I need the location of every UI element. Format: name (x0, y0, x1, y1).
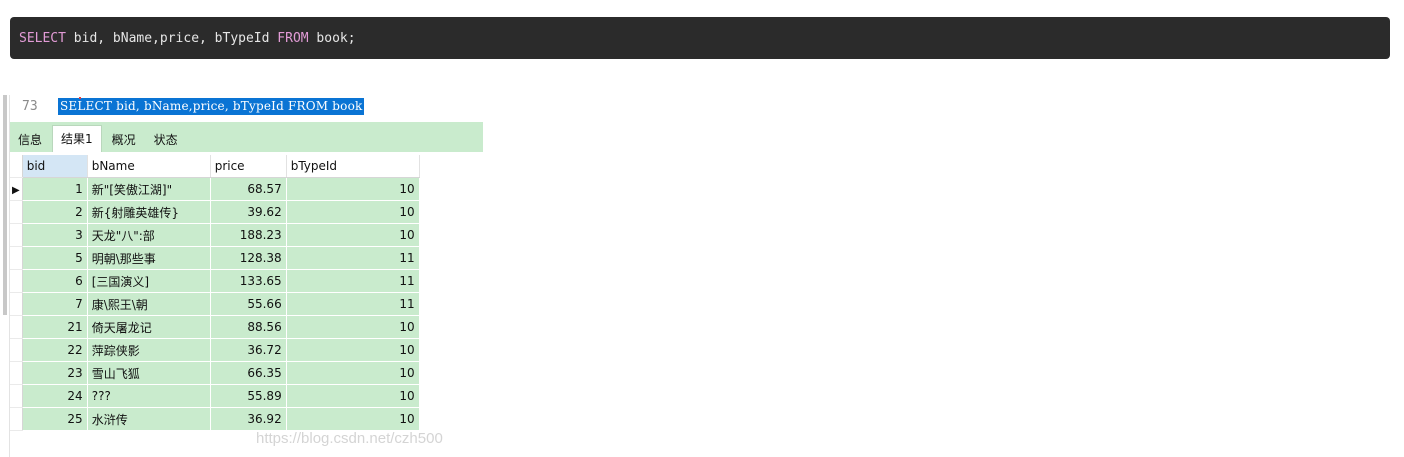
cell-btypeid[interactable]: 10 (286, 361, 420, 385)
table-row[interactable]: 5 明朝\那些事 128.38 11 (10, 246, 420, 270)
cell-bname[interactable]: ??? (87, 384, 211, 408)
selected-sql-text[interactable]: SELECT bid, bName,price, bTypeId FROM bo… (58, 98, 365, 115)
row-indicator[interactable] (10, 338, 23, 362)
result-tab-bar: 信息 结果1 概况 状态 (10, 122, 483, 152)
column-header-bid[interactable]: bid (22, 155, 88, 178)
cell-bname[interactable]: 新"[笑傲江湖]" (87, 177, 211, 201)
cell-bid[interactable]: 21 (22, 315, 88, 339)
column-header-price[interactable]: price (210, 155, 287, 178)
row-indicator[interactable]: ▶ (10, 177, 23, 201)
row-indicator[interactable] (10, 361, 23, 385)
row-indicator[interactable] (10, 315, 23, 339)
table-row[interactable]: ▶ 1 新"[笑傲江湖]" 68.57 10 (10, 177, 420, 201)
column-header-bname[interactable]: bName (87, 155, 211, 178)
tab-info[interactable]: 信息 (10, 128, 50, 152)
cell-price[interactable]: 55.89 (210, 384, 287, 408)
cell-btypeid[interactable]: 10 (286, 384, 420, 408)
cell-price[interactable]: 128.38 (210, 246, 287, 270)
sql-text-table: book; (308, 30, 356, 46)
cell-price[interactable]: 133.65 (210, 269, 287, 293)
grid-body: ▶ 1 新"[笑傲江湖]" 68.57 10 2 新{射雕英雄传} 39.62 10 3 天龙"八"… (10, 177, 420, 431)
cell-bid[interactable]: 25 (22, 407, 88, 431)
cell-btypeid[interactable]: 10 (286, 315, 420, 339)
cell-price[interactable]: 55.66 (210, 292, 287, 316)
cell-btypeid[interactable]: 10 (286, 223, 420, 247)
cell-btypeid[interactable]: 10 (286, 177, 420, 201)
sql-keyword-select: SELECT (19, 30, 66, 46)
cell-bname[interactable]: 天龙"八":部 (87, 223, 211, 247)
cell-bname[interactable]: 萍踪侠影 (87, 338, 211, 362)
table-row[interactable]: 3 天龙"八":部 188.23 10 (10, 223, 420, 247)
sql-keyword-from: FROM (277, 30, 309, 46)
watermark-text: https://blog.csdn.net/czh500 (256, 430, 443, 447)
cell-bid[interactable]: 5 (22, 246, 88, 270)
cell-bname[interactable]: 雪山飞狐 (87, 361, 211, 385)
row-indicator[interactable] (10, 384, 23, 408)
cell-price[interactable]: 66.35 (210, 361, 287, 385)
cell-btypeid[interactable]: 11 (286, 269, 420, 293)
navicat-screenshot: 73 SELECT bid, bName,price, bTypeId FROM… (0, 90, 490, 457)
cell-bid[interactable]: 3 (22, 223, 88, 247)
cell-btypeid[interactable]: 10 (286, 407, 420, 431)
cell-btypeid[interactable]: 11 (286, 246, 420, 270)
cell-btypeid[interactable]: 10 (286, 338, 420, 362)
tab-overview[interactable]: 概况 (104, 128, 144, 152)
tab-status[interactable]: 状态 (146, 128, 186, 152)
editor-scrollbar[interactable] (3, 95, 7, 315)
tab-result1[interactable]: 结果1 (52, 125, 102, 152)
table-row[interactable]: 22 萍踪侠影 36.72 10 (10, 338, 420, 362)
cell-price[interactable]: 39.62 (210, 200, 287, 224)
table-row[interactable]: 6 [三国演义] 133.65 11 (10, 269, 420, 293)
cell-bid[interactable]: 23 (22, 361, 88, 385)
table-row[interactable]: 7 康\熙王\朝 55.66 11 (10, 292, 420, 316)
cell-bname[interactable]: [三国演义] (87, 269, 211, 293)
sql-text-columns: bid, bName,price, bTypeId (65, 30, 278, 46)
cell-bname[interactable]: 康\熙王\朝 (87, 292, 211, 316)
cell-price[interactable]: 36.72 (210, 338, 287, 362)
cell-bid[interactable]: 24 (22, 384, 88, 408)
cell-price[interactable]: 68.57 (210, 177, 287, 201)
cell-bname[interactable]: 明朝\那些事 (87, 246, 211, 270)
cell-bid[interactable]: 2 (22, 200, 88, 224)
cell-price[interactable]: 88.56 (210, 315, 287, 339)
cell-btypeid[interactable]: 10 (286, 200, 420, 224)
sql-code-block: SELECT bid, bName,price, bTypeId FROM bo… (10, 17, 1390, 59)
cell-price[interactable]: 36.92 (210, 407, 287, 431)
row-indicator-header (10, 155, 23, 178)
column-header-btypeid[interactable]: bTypeId (286, 155, 420, 178)
row-indicator[interactable] (10, 200, 23, 224)
row-indicator[interactable] (10, 407, 23, 431)
table-row[interactable]: 2 新{射雕英雄传} 39.62 10 (10, 200, 420, 224)
row-indicator[interactable] (10, 246, 23, 270)
result-grid: bid bName price bTypeId ▶ 1 新"[笑傲江湖]" 68.57… (10, 155, 420, 431)
row-indicator[interactable] (10, 292, 23, 316)
table-row[interactable]: 25 水浒传 36.92 10 (10, 407, 420, 431)
cell-bname[interactable]: 新{射雕英雄传} (87, 200, 211, 224)
grid-header-row: bid bName price bTypeId (10, 155, 420, 178)
query-editor-line[interactable]: 73 SELECT bid, bName,price, bTypeId FROM… (10, 97, 482, 116)
cursor-marker (79, 97, 81, 99)
table-row[interactable]: 23 雪山飞狐 66.35 10 (10, 361, 420, 385)
cell-btypeid[interactable]: 11 (286, 292, 420, 316)
current-row-arrow-icon: ▶ (12, 185, 20, 196)
cell-bid[interactable]: 1 (22, 177, 88, 201)
cell-bid[interactable]: 6 (22, 269, 88, 293)
cell-bname[interactable]: 倚天屠龙记 (87, 315, 211, 339)
table-row[interactable]: 24??? 55.89 10 (10, 384, 420, 408)
row-indicator[interactable] (10, 223, 23, 247)
cell-bid[interactable]: 7 (22, 292, 88, 316)
cell-price[interactable]: 188.23 (210, 223, 287, 247)
row-indicator[interactable] (10, 269, 23, 293)
cell-bname[interactable]: 水浒传 (87, 407, 211, 431)
line-number: 73 (22, 99, 38, 114)
cell-bid[interactable]: 22 (22, 338, 88, 362)
table-row[interactable]: 21 倚天屠龙记 88.56 10 (10, 315, 420, 339)
